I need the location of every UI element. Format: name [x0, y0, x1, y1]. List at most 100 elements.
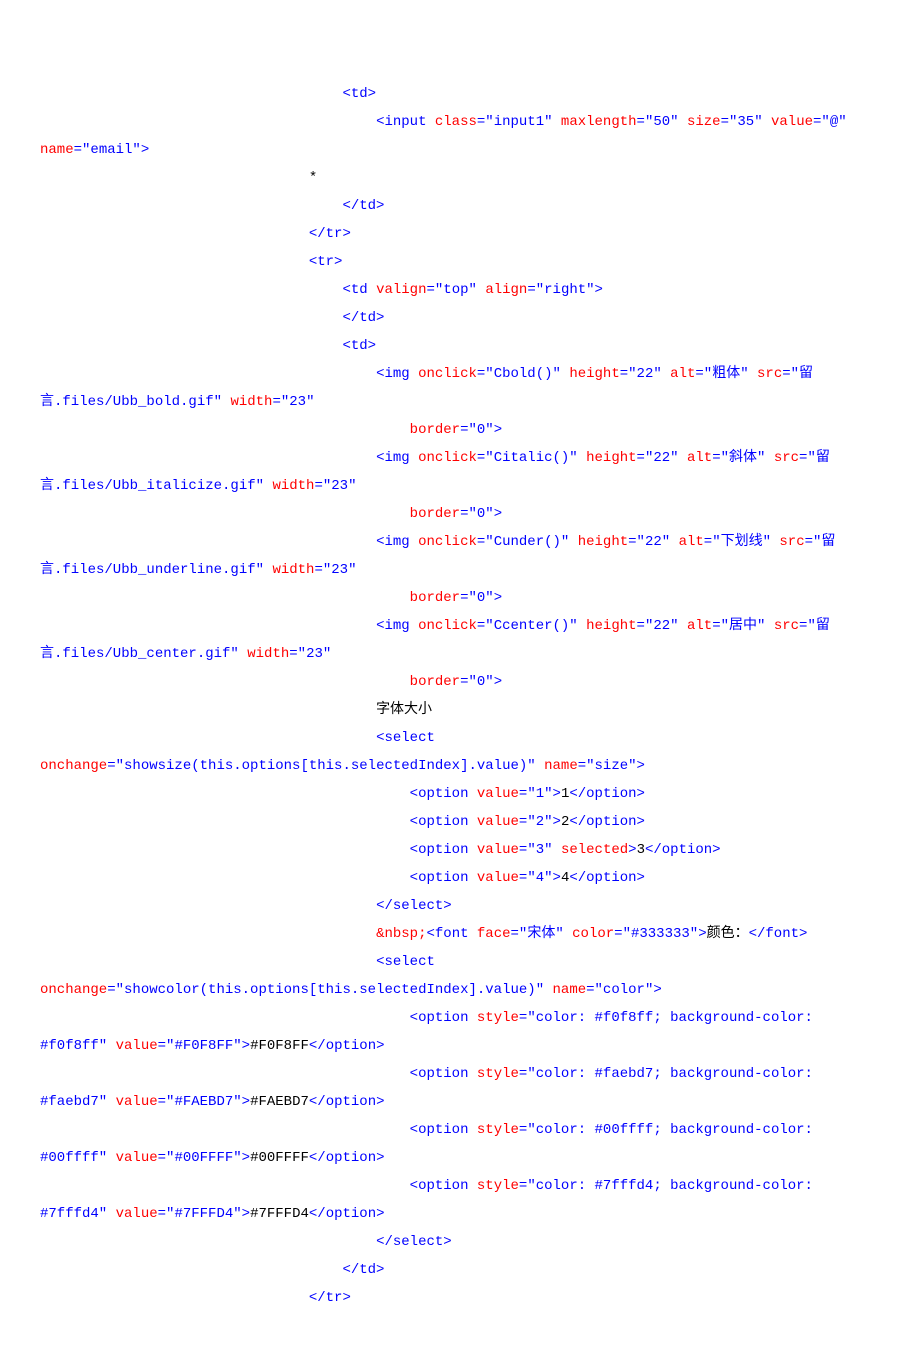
- code-token: =: [272, 394, 280, 410]
- code-token: [544, 982, 552, 998]
- code-token: <font: [426, 926, 476, 942]
- code-token: value: [477, 814, 519, 830]
- code-token: valign: [376, 282, 426, 298]
- code-token: "#F0F8FF": [166, 1038, 242, 1054]
- code-token: border: [410, 674, 460, 690]
- code-token: >: [494, 674, 502, 690]
- code-token: 字体大小: [376, 702, 432, 718]
- code-token: face: [477, 926, 511, 942]
- code-token: </font>: [749, 926, 808, 942]
- code-token: [107, 1206, 115, 1222]
- code-token: border: [410, 590, 460, 606]
- code-token: 言.files/Ubb_center.gif": [40, 646, 239, 662]
- code-token: style: [477, 1122, 519, 1138]
- code-token: 3: [637, 842, 645, 858]
- code-token: height: [578, 534, 628, 550]
- code-token: <td>: [342, 338, 376, 354]
- code-token: "#7FFFD4": [166, 1206, 242, 1222]
- code-token: [679, 618, 687, 634]
- code-token: "留: [807, 618, 829, 634]
- code-token: =: [628, 534, 636, 550]
- code-token: "22": [645, 618, 679, 634]
- code-token: [564, 926, 572, 942]
- code-token: =: [289, 646, 297, 662]
- code-token: [107, 1150, 115, 1166]
- code-token: onclick: [418, 450, 477, 466]
- code-token: =: [712, 450, 720, 466]
- code-token: [553, 842, 561, 858]
- code-token: [569, 534, 577, 550]
- code-token: <option: [410, 1122, 477, 1138]
- code-token: #faebd7": [40, 1094, 107, 1110]
- code-token: [765, 618, 773, 634]
- code-token: </option>: [569, 786, 645, 802]
- code-token: style: [477, 1066, 519, 1082]
- code-token: border: [410, 506, 460, 522]
- code-token: =: [782, 366, 790, 382]
- code-token: <input: [376, 114, 435, 130]
- code-token: "粗体": [704, 366, 749, 382]
- code-token: width: [247, 646, 289, 662]
- code-token: name: [553, 982, 587, 998]
- code-token: >: [553, 870, 561, 886]
- code-token: "showcolor(this.options[this.selectedInd…: [116, 982, 544, 998]
- code-token: value: [771, 114, 813, 130]
- code-token: >: [242, 1038, 250, 1054]
- code-token: =: [712, 618, 720, 634]
- code-token: </option>: [309, 1038, 385, 1054]
- code-token: "top": [435, 282, 477, 298]
- code-token: </td>: [342, 310, 384, 326]
- code-token: =: [637, 114, 645, 130]
- code-token: alt: [670, 366, 695, 382]
- code-token: </td>: [342, 1262, 384, 1278]
- code-token: "color: #f0f8ff; background-color:: [527, 1010, 813, 1026]
- code-token: [536, 758, 544, 774]
- code-token: >: [242, 1094, 250, 1110]
- code-token: >: [494, 422, 502, 438]
- code-token: <img: [376, 366, 418, 382]
- code-token: >: [653, 982, 661, 998]
- code-token: <option: [410, 870, 477, 886]
- code-token: "Cunder()": [485, 534, 569, 550]
- code-token: onclick: [418, 366, 477, 382]
- code-token: </tr>: [309, 226, 351, 242]
- code-token: =: [158, 1094, 166, 1110]
- code-token: =: [620, 366, 628, 382]
- code-token: =: [314, 562, 322, 578]
- code-token: =: [614, 926, 622, 942]
- code-token: style: [477, 1010, 519, 1026]
- code-token: #f0f8ff": [40, 1038, 107, 1054]
- code-token: =: [511, 926, 519, 942]
- code-token: "50": [645, 114, 679, 130]
- code-token: [662, 366, 670, 382]
- code-token: "Ccenter()": [485, 618, 577, 634]
- code-token: "2": [527, 814, 552, 830]
- code-token: <select: [376, 954, 435, 970]
- code-token: >: [637, 758, 645, 774]
- code-token: "留: [807, 450, 829, 466]
- code-token: height: [569, 366, 619, 382]
- code-token: </select>: [376, 898, 452, 914]
- code-token: "3": [527, 842, 552, 858]
- code-token: "4": [527, 870, 552, 886]
- code-token: value: [116, 1150, 158, 1166]
- code-token: </td>: [342, 198, 384, 214]
- code-token: height: [586, 450, 636, 466]
- code-token: "right": [536, 282, 595, 298]
- code-token: [107, 1094, 115, 1110]
- code-token: =: [158, 1038, 166, 1054]
- code-token: onclick: [418, 534, 477, 550]
- code-token: 言.files/Ubb_underline.gif": [40, 562, 264, 578]
- code-token: 言.files/Ubb_bold.gif": [40, 394, 222, 410]
- code-token: <img: [376, 618, 418, 634]
- code-token: =: [460, 506, 468, 522]
- code-token: <option: [410, 1178, 477, 1194]
- code-token: <tr>: [309, 254, 343, 270]
- code-token: >: [595, 282, 603, 298]
- code-token: [679, 450, 687, 466]
- code-token: <option: [410, 786, 477, 802]
- code-token: =: [74, 142, 82, 158]
- code-token: >: [494, 590, 502, 606]
- code-token: width: [230, 394, 272, 410]
- code-token: =: [460, 590, 468, 606]
